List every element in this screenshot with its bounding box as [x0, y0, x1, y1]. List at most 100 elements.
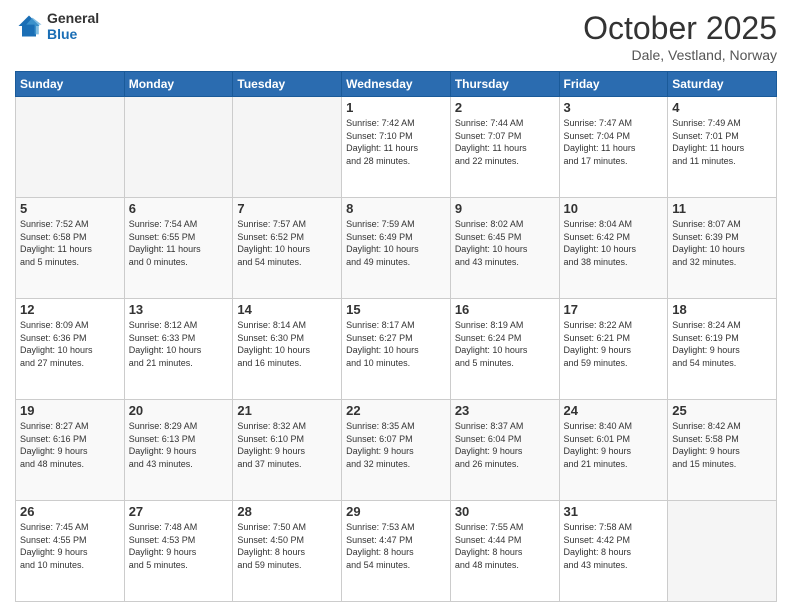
logo-icon: [15, 12, 43, 40]
table-row: 29 Sunrise: 7:53 AM Sunset: 4:47 PM Dayli…: [342, 501, 451, 602]
day-number: 3: [564, 100, 664, 115]
day-number: 8: [346, 201, 446, 216]
col-tuesday: Tuesday: [233, 72, 342, 97]
day-number: 10: [564, 201, 664, 216]
table-row: 26 Sunrise: 7:45 AM Sunset: 4:55 PM Dayli…: [16, 501, 125, 602]
subtitle: Dale, Vestland, Norway: [583, 47, 777, 63]
table-row: 9 Sunrise: 8:02 AM Sunset: 6:45 PM Daylig…: [450, 198, 559, 299]
day-info: Sunrise: 8:17 AM Sunset: 6:27 PM Dayligh…: [346, 319, 446, 369]
table-row: 6Sunrise: 7:54 AM Sunset: 6:55 PM Daylig…: [124, 198, 233, 299]
day-number: 21: [237, 403, 337, 418]
table-row: 11 Sunrise: 8:07 AM Sunset: 6:39 PM Dayli…: [668, 198, 777, 299]
day-info: Sunrise: 7:49 AM Sunset: 7:01 PM Dayligh…: [672, 117, 772, 167]
table-row: 28Sunrise: 7:50 AM Sunset: 4:50 PM Dayli…: [233, 501, 342, 602]
day-number: 1: [346, 100, 446, 115]
day-number: 20: [129, 403, 229, 418]
day-number: 6: [129, 201, 229, 216]
day-number: 27: [129, 504, 229, 519]
day-number: 29: [346, 504, 446, 519]
day-info: Sunrise: 8:37 AM Sunset: 6:04 PM Dayligh…: [455, 420, 555, 470]
calendar-week-row: 5Sunrise: 7:52 AM Sunset: 6:58 PM Daylig…: [16, 198, 777, 299]
day-number: 24: [564, 403, 664, 418]
table-row: 20 Sunrise: 8:29 AM Sunset: 6:13 PM Dayli…: [124, 400, 233, 501]
table-row: 14 Sunrise: 8:14 AM Sunset: 6:30 PM Dayli…: [233, 299, 342, 400]
day-number: 5: [20, 201, 120, 216]
day-number: 30: [455, 504, 555, 519]
day-info: Sunrise: 8:12 AM Sunset: 6:33 PM Dayligh…: [129, 319, 229, 369]
day-number: 26: [20, 504, 120, 519]
calendar-week-row: 1 Sunrise: 7:42 AM Sunset: 7:10 PM Daylig…: [16, 97, 777, 198]
day-number: 2: [455, 100, 555, 115]
day-number: 31: [564, 504, 664, 519]
table-row: 1 Sunrise: 7:42 AM Sunset: 7:10 PM Daylig…: [342, 97, 451, 198]
table-row: [233, 97, 342, 198]
day-info: Sunrise: 7:57 AM Sunset: 6:52 PM Dayligh…: [237, 218, 337, 268]
table-row: 16 Sunrise: 8:19 AM Sunset: 6:24 PM Dayli…: [450, 299, 559, 400]
table-row: 18 Sunrise: 8:24 AM Sunset: 6:19 PM Dayli…: [668, 299, 777, 400]
day-info: Sunrise: 8:27 AM Sunset: 6:16 PM Dayligh…: [20, 420, 120, 470]
day-info: Sunrise: 7:48 AM Sunset: 4:53 PM Dayligh…: [129, 521, 229, 571]
day-number: 22: [346, 403, 446, 418]
table-row: 22Sunrise: 8:35 AM Sunset: 6:07 PM Dayli…: [342, 400, 451, 501]
table-row: 30 Sunrise: 7:55 AM Sunset: 4:44 PM Dayli…: [450, 501, 559, 602]
day-info: Sunrise: 7:55 AM Sunset: 4:44 PM Dayligh…: [455, 521, 555, 571]
table-row: 23 Sunrise: 8:37 AM Sunset: 6:04 PM Dayli…: [450, 400, 559, 501]
col-sunday: Sunday: [16, 72, 125, 97]
day-info: Sunrise: 8:02 AM Sunset: 6:45 PM Dayligh…: [455, 218, 555, 268]
table-row: 12 Sunrise: 8:09 AM Sunset: 6:36 PM Dayli…: [16, 299, 125, 400]
title-section: October 2025 Dale, Vestland, Norway: [583, 10, 777, 63]
day-number: 17: [564, 302, 664, 317]
day-info: Sunrise: 8:19 AM Sunset: 6:24 PM Dayligh…: [455, 319, 555, 369]
table-row: 7Sunrise: 7:57 AM Sunset: 6:52 PM Daylig…: [233, 198, 342, 299]
table-row: 24 Sunrise: 8:40 AM Sunset: 6:01 PM Dayli…: [559, 400, 668, 501]
day-number: 13: [129, 302, 229, 317]
day-number: 15: [346, 302, 446, 317]
main-title: October 2025: [583, 10, 777, 47]
day-info: Sunrise: 7:58 AM Sunset: 4:42 PM Dayligh…: [564, 521, 664, 571]
day-info: Sunrise: 7:42 AM Sunset: 7:10 PM Dayligh…: [346, 117, 446, 167]
col-monday: Monday: [124, 72, 233, 97]
table-row: 25Sunrise: 8:42 AM Sunset: 5:58 PM Dayli…: [668, 400, 777, 501]
day-info: Sunrise: 8:09 AM Sunset: 6:36 PM Dayligh…: [20, 319, 120, 369]
calendar-table: Sunday Monday Tuesday Wednesday Thursday…: [15, 71, 777, 602]
day-number: 25: [672, 403, 772, 418]
table-row: 27 Sunrise: 7:48 AM Sunset: 4:53 PM Dayli…: [124, 501, 233, 602]
day-info: Sunrise: 8:14 AM Sunset: 6:30 PM Dayligh…: [237, 319, 337, 369]
table-row: 3Sunrise: 7:47 AM Sunset: 7:04 PM Daylig…: [559, 97, 668, 198]
page: General Blue October 2025 Dale, Vestland…: [0, 0, 792, 612]
day-number: 12: [20, 302, 120, 317]
day-info: Sunrise: 8:29 AM Sunset: 6:13 PM Dayligh…: [129, 420, 229, 470]
day-info: Sunrise: 8:07 AM Sunset: 6:39 PM Dayligh…: [672, 218, 772, 268]
table-row: 13 Sunrise: 8:12 AM Sunset: 6:33 PM Dayli…: [124, 299, 233, 400]
day-number: 18: [672, 302, 772, 317]
table-row: 17Sunrise: 8:22 AM Sunset: 6:21 PM Dayli…: [559, 299, 668, 400]
day-info: Sunrise: 8:32 AM Sunset: 6:10 PM Dayligh…: [237, 420, 337, 470]
day-info: Sunrise: 7:59 AM Sunset: 6:49 PM Dayligh…: [346, 218, 446, 268]
day-info: Sunrise: 7:44 AM Sunset: 7:07 PM Dayligh…: [455, 117, 555, 167]
day-number: 9: [455, 201, 555, 216]
table-row: [668, 501, 777, 602]
table-row: 4Sunrise: 7:49 AM Sunset: 7:01 PM Daylig…: [668, 97, 777, 198]
calendar-week-row: 19 Sunrise: 8:27 AM Sunset: 6:16 PM Dayli…: [16, 400, 777, 501]
day-number: 14: [237, 302, 337, 317]
table-row: [124, 97, 233, 198]
day-number: 16: [455, 302, 555, 317]
day-info: Sunrise: 7:45 AM Sunset: 4:55 PM Dayligh…: [20, 521, 120, 571]
day-number: 19: [20, 403, 120, 418]
day-info: Sunrise: 7:50 AM Sunset: 4:50 PM Dayligh…: [237, 521, 337, 571]
table-row: 21 Sunrise: 8:32 AM Sunset: 6:10 PM Dayli…: [233, 400, 342, 501]
table-row: 15 Sunrise: 8:17 AM Sunset: 6:27 PM Dayli…: [342, 299, 451, 400]
table-row: [16, 97, 125, 198]
day-info: Sunrise: 8:04 AM Sunset: 6:42 PM Dayligh…: [564, 218, 664, 268]
day-info: Sunrise: 8:40 AM Sunset: 6:01 PM Dayligh…: [564, 420, 664, 470]
day-info: Sunrise: 7:53 AM Sunset: 4:47 PM Dayligh…: [346, 521, 446, 571]
col-saturday: Saturday: [668, 72, 777, 97]
day-info: Sunrise: 8:24 AM Sunset: 6:19 PM Dayligh…: [672, 319, 772, 369]
logo: General Blue: [15, 10, 99, 42]
table-row: 2 Sunrise: 7:44 AM Sunset: 7:07 PM Daylig…: [450, 97, 559, 198]
day-number: 23: [455, 403, 555, 418]
table-row: 10 Sunrise: 8:04 AM Sunset: 6:42 PM Dayli…: [559, 198, 668, 299]
header: General Blue October 2025 Dale, Vestland…: [15, 10, 777, 63]
day-number: 11: [672, 201, 772, 216]
col-friday: Friday: [559, 72, 668, 97]
